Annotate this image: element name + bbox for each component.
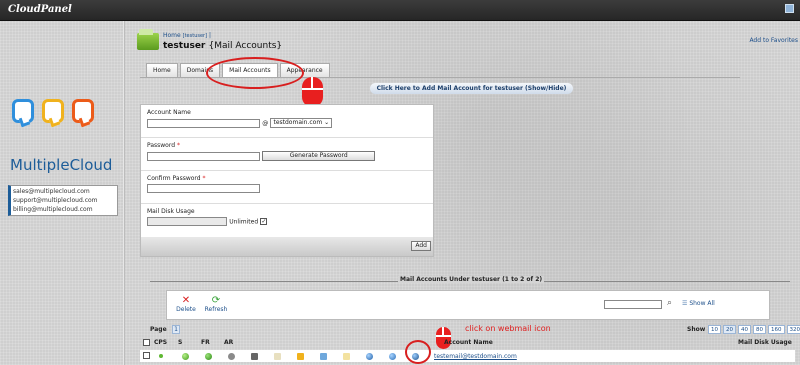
breadcrumb-separator: | bbox=[208, 32, 212, 39]
list-icon: ☰ bbox=[682, 300, 688, 307]
table-header: CPS S FR AR Account Name Mail Disk Usage bbox=[140, 337, 795, 347]
mouse-click-icon bbox=[302, 77, 323, 107]
domain-select[interactable]: testdomain.com ⌄ bbox=[270, 118, 333, 128]
highlight-circle-annotation bbox=[405, 340, 431, 364]
col-ar: AR bbox=[224, 339, 234, 346]
note-icon[interactable] bbox=[343, 353, 350, 360]
page-size-option[interactable]: 80 bbox=[753, 325, 766, 334]
password-input[interactable] bbox=[147, 151, 260, 161]
contact-emails: sales@multiplecloud.com support@multiple… bbox=[8, 185, 118, 216]
page-title: testuser {Mail Accounts} bbox=[163, 41, 282, 51]
app-brand: CloudPanel bbox=[8, 4, 72, 15]
refresh-label: Refresh bbox=[204, 306, 228, 313]
select-all-checkbox[interactable] bbox=[143, 339, 150, 346]
disk-usage-label: Mail Disk Usage bbox=[147, 208, 195, 215]
delete-x-icon: ✕ bbox=[181, 295, 191, 306]
account-name-link[interactable]: testemail@testdomain.com bbox=[434, 353, 517, 360]
table-row: testemail@testdomain.com bbox=[140, 350, 795, 362]
list-toolbar: ✕ Delete ⟳ Refresh ⌕ ☰ Show All bbox=[166, 290, 770, 320]
col-cps: CPS bbox=[154, 339, 168, 346]
col-s: S bbox=[178, 339, 183, 346]
highlight-ellipse-annotation bbox=[206, 57, 304, 89]
logo-bubble-yellow-icon bbox=[42, 99, 64, 123]
settings-icon[interactable] bbox=[228, 353, 235, 360]
account-name-row: Account Name @ testdomain.com ⌄ bbox=[141, 105, 433, 138]
breadcrumb-home[interactable]: Home bbox=[163, 32, 181, 39]
show-label: Show bbox=[687, 326, 706, 333]
tab-home[interactable]: Home bbox=[146, 63, 178, 77]
add-mail-account-toggle[interactable]: Click Here to Add Mail Account for testu… bbox=[370, 83, 573, 94]
chevron-down-icon: ⌄ bbox=[324, 119, 330, 126]
unlimited-checkbox[interactable]: ✓ bbox=[260, 218, 268, 225]
required-mark: * bbox=[202, 175, 206, 182]
green-ball-icon[interactable] bbox=[182, 353, 189, 360]
page-size-option[interactable]: 320 bbox=[786, 325, 800, 334]
disk-usage-row: Mail Disk Usage Unlimited ✓ bbox=[141, 204, 433, 237]
search-icon[interactable]: ⌕ bbox=[667, 298, 672, 308]
email-billing: billing@multiplecloud.com bbox=[13, 206, 93, 213]
add-mail-account-form: Account Name @ testdomain.com ⌄ Password… bbox=[140, 104, 434, 257]
add-button[interactable]: Add bbox=[411, 241, 431, 251]
row-checkbox[interactable] bbox=[143, 352, 150, 359]
document-icon[interactable] bbox=[274, 353, 281, 360]
col-account-name: Account Name bbox=[444, 339, 493, 346]
monitor-icon[interactable] bbox=[251, 353, 258, 360]
logo-text: MultipleCloud bbox=[10, 156, 113, 174]
page-size-options: 10 20 40 80 160 320 bbox=[706, 325, 800, 334]
account-name-label: Account Name bbox=[147, 109, 191, 116]
at-sign: @ bbox=[262, 120, 269, 127]
refresh-button[interactable]: ⟳ Refresh bbox=[201, 295, 231, 314]
confirm-password-row: Confirm Password * bbox=[141, 171, 433, 204]
logo-bubble-blue-icon bbox=[12, 99, 34, 123]
email-support: support@multiplecloud.com bbox=[13, 197, 98, 204]
mail-accounts-section-title: Mail Accounts Under testuser (1 to 2 of … bbox=[398, 276, 545, 283]
page-size-option[interactable]: 20 bbox=[723, 325, 736, 334]
delete-label: Delete bbox=[176, 306, 196, 313]
message-icon[interactable] bbox=[320, 353, 327, 360]
email-sales: sales@multiplecloud.com bbox=[13, 188, 90, 195]
col-disk-usage: Mail Disk Usage bbox=[738, 339, 792, 346]
sidebar: MultipleCloud sales@multiplecloud.com su… bbox=[0, 21, 125, 365]
search-input[interactable] bbox=[604, 300, 662, 309]
delete-button[interactable]: ✕ Delete bbox=[171, 295, 201, 314]
webmail-annotation-note: click on webmail icon bbox=[465, 324, 551, 333]
globe-icon[interactable] bbox=[366, 353, 373, 360]
password-label: Password * bbox=[147, 142, 180, 149]
logo-bubble-orange-icon bbox=[72, 99, 94, 123]
breadcrumb-user[interactable]: [testuser] bbox=[183, 33, 207, 39]
page-title-section: {Mail Accounts} bbox=[208, 41, 283, 51]
green-ball-icon[interactable] bbox=[205, 353, 212, 360]
page-title-user: testuser bbox=[163, 41, 206, 51]
multiplecloud-logo: MultipleCloud bbox=[10, 99, 120, 179]
mail-accounts-section-header: Mail Accounts Under testuser (1 to 2 of … bbox=[150, 276, 790, 286]
mail-accounts-icon bbox=[137, 29, 159, 50]
page-size-option[interactable]: 10 bbox=[708, 325, 721, 334]
page-size-option[interactable]: 160 bbox=[768, 325, 785, 334]
top-bar: CloudPanel bbox=[0, 0, 800, 21]
disk-usage-input[interactable] bbox=[147, 217, 227, 226]
account-name-input[interactable] bbox=[147, 118, 260, 128]
folder-icon[interactable] bbox=[297, 353, 304, 360]
window-icon[interactable] bbox=[785, 4, 794, 13]
breadcrumb: Home [testuser] | bbox=[163, 32, 211, 39]
refresh-icon: ⟳ bbox=[211, 295, 221, 306]
unlimited-label: Unlimited bbox=[229, 218, 259, 226]
status-dot-icon[interactable] bbox=[159, 354, 163, 358]
required-mark: * bbox=[176, 142, 180, 149]
col-fr: FR bbox=[201, 339, 210, 346]
password-row: Password * Generate Password bbox=[141, 138, 433, 171]
form-footer: Add bbox=[141, 237, 433, 256]
page-size-option[interactable]: 40 bbox=[738, 325, 751, 334]
domain-select-value: testdomain.com bbox=[273, 119, 323, 126]
add-to-favorites-link[interactable]: Add to Favorites bbox=[749, 37, 798, 44]
show-all-link[interactable]: ☰ Show All bbox=[682, 300, 715, 307]
page-number-button[interactable]: 1 bbox=[172, 325, 180, 334]
globe-icon[interactable] bbox=[389, 353, 396, 360]
confirm-password-input[interactable] bbox=[147, 184, 260, 193]
generate-password-button[interactable]: Generate Password bbox=[262, 151, 376, 161]
page-label: Page bbox=[150, 326, 167, 333]
confirm-password-label: Confirm Password * bbox=[147, 175, 206, 182]
sidebar-divider bbox=[123, 21, 125, 365]
